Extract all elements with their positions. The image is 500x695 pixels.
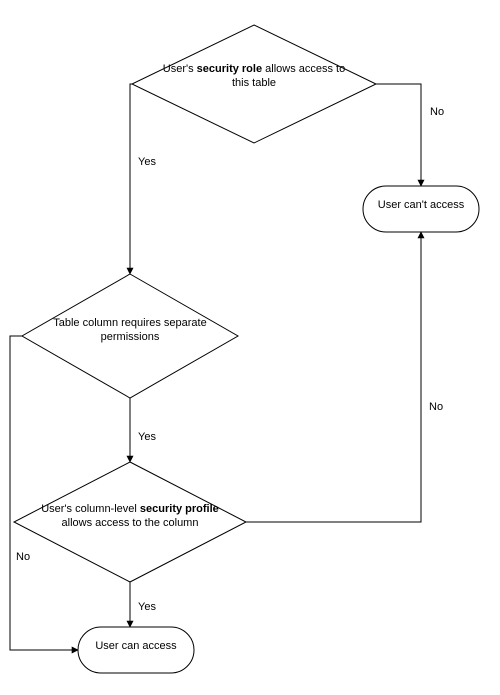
terminal-can-access: User can access (78, 627, 194, 673)
d1-bold: security role (197, 63, 262, 75)
label-no-2: No (16, 551, 30, 563)
d1-prefix: User's (163, 63, 197, 75)
edge-d1-yes: Yes (130, 84, 156, 274)
can-text: User can access (78, 639, 194, 653)
d3-bold: security profile (140, 503, 219, 515)
edge-d1-no: No (376, 84, 444, 186)
label-no-1: No (430, 106, 444, 118)
terminal-cant-access: User can't access (363, 186, 479, 232)
cant-text: User can't access (363, 198, 479, 212)
d3-line2: allows access to the column (62, 517, 199, 529)
d2-line1: Table column requires separate (53, 317, 206, 329)
d1-suffix: allows access to (262, 63, 345, 75)
decision-column-permissions: Table column requires separate permissio… (22, 274, 238, 398)
label-yes-1: Yes (138, 156, 156, 168)
edge-d3-yes: Yes (130, 582, 156, 627)
decision-security-profile: User's column-level security profile all… (14, 462, 246, 582)
d1-line2: this table (232, 77, 276, 89)
d3-prefix: User's column-level (41, 503, 140, 515)
label-yes-3: Yes (138, 601, 156, 613)
edge-d2-no: No (10, 336, 78, 650)
decision-security-role: User's security role allows access to th… (132, 25, 376, 143)
edge-d2-yes: Yes (130, 398, 156, 462)
d2-line2: permissions (101, 331, 160, 343)
edge-d3-no: No (246, 232, 443, 522)
label-no-3: No (429, 401, 443, 413)
label-yes-2: Yes (138, 431, 156, 443)
